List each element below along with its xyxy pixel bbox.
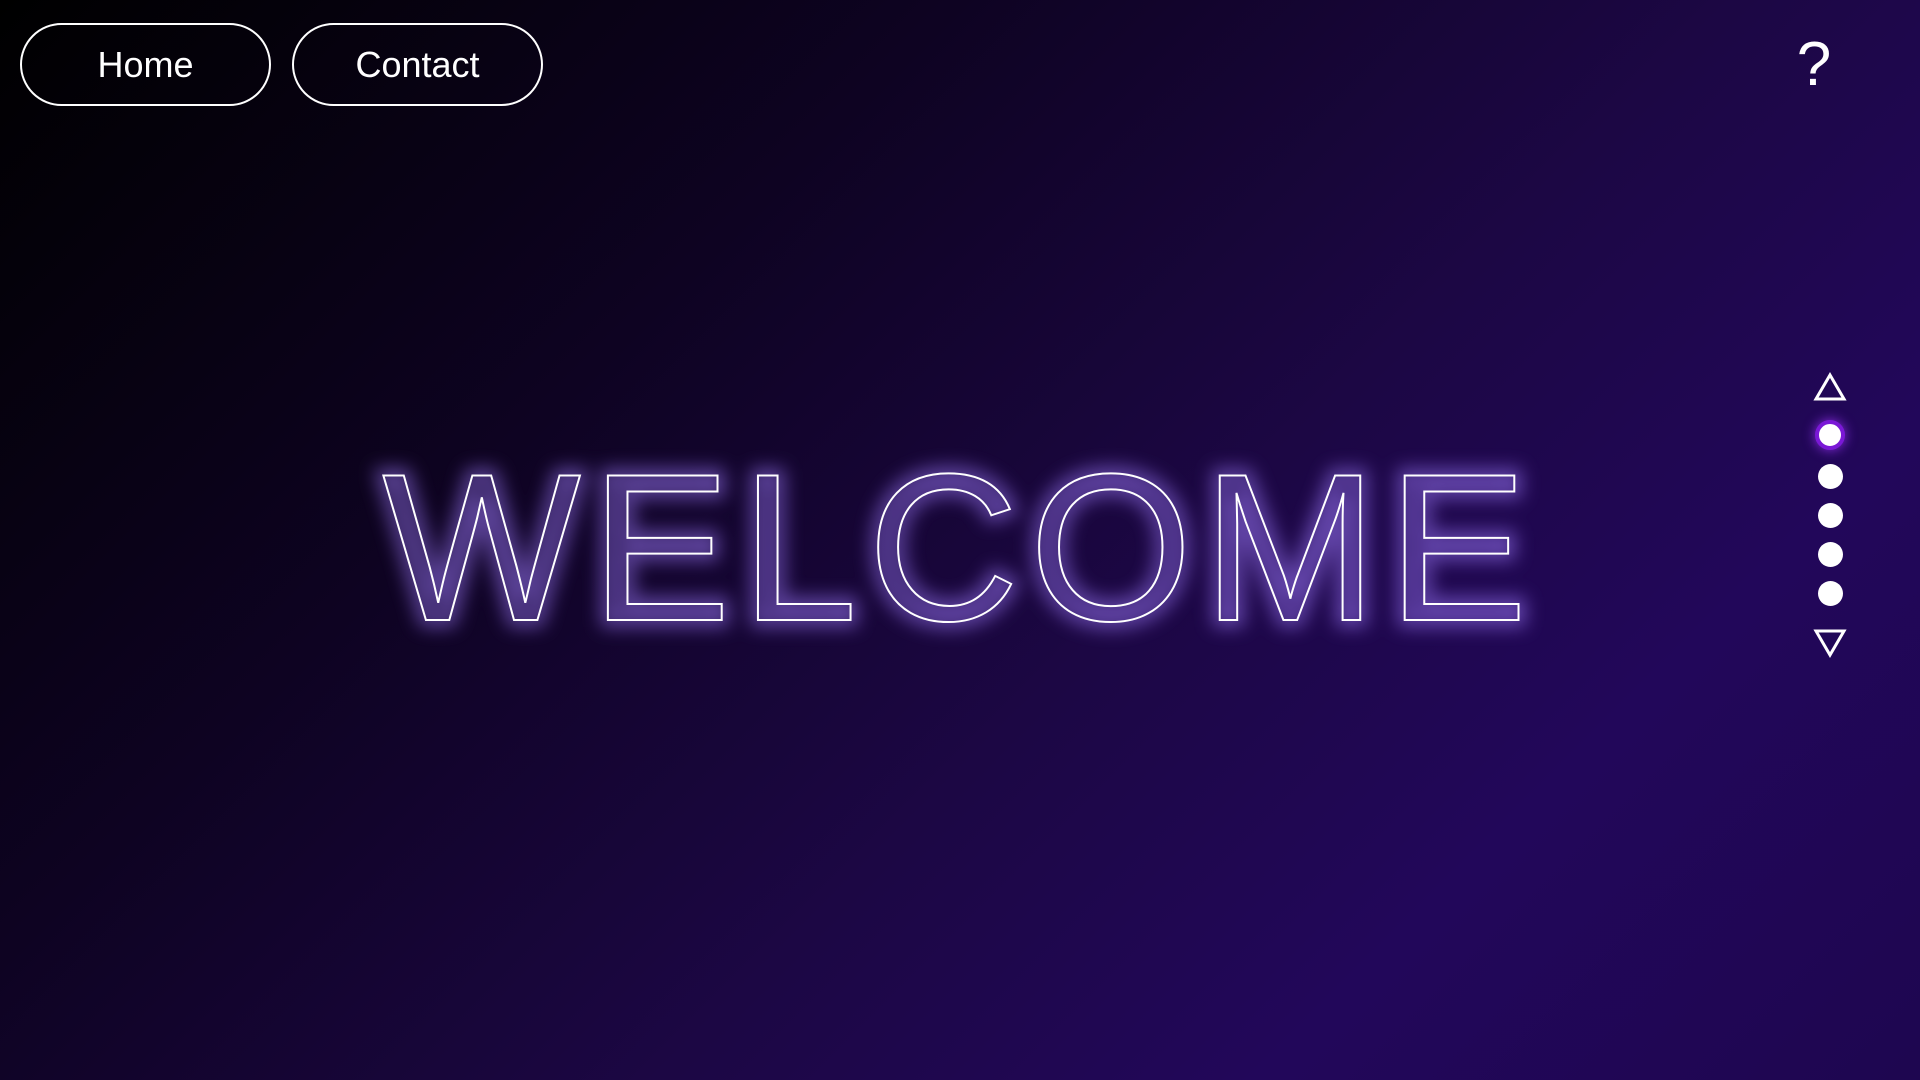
- page-dot-5[interactable]: [1817, 581, 1843, 606]
- welcome-title: WELCOME: [382, 430, 1537, 665]
- page-indicator: [1810, 370, 1850, 660]
- triangle-up-icon[interactable]: [1813, 370, 1847, 404]
- help-icon[interactable]: ?: [1784, 26, 1844, 102]
- page-dot-4[interactable]: [1817, 542, 1843, 567]
- contact-button[interactable]: Contact: [292, 23, 543, 106]
- top-nav: Home Contact: [20, 23, 543, 106]
- triangle-down-icon[interactable]: [1813, 626, 1847, 660]
- page-dot-1[interactable]: [1815, 420, 1845, 450]
- page-dot-2[interactable]: [1817, 464, 1843, 489]
- welcome-hero: WELCOME WELCOME: [0, 423, 1920, 672]
- page-dot-3[interactable]: [1817, 503, 1843, 528]
- home-button[interactable]: Home: [20, 23, 271, 106]
